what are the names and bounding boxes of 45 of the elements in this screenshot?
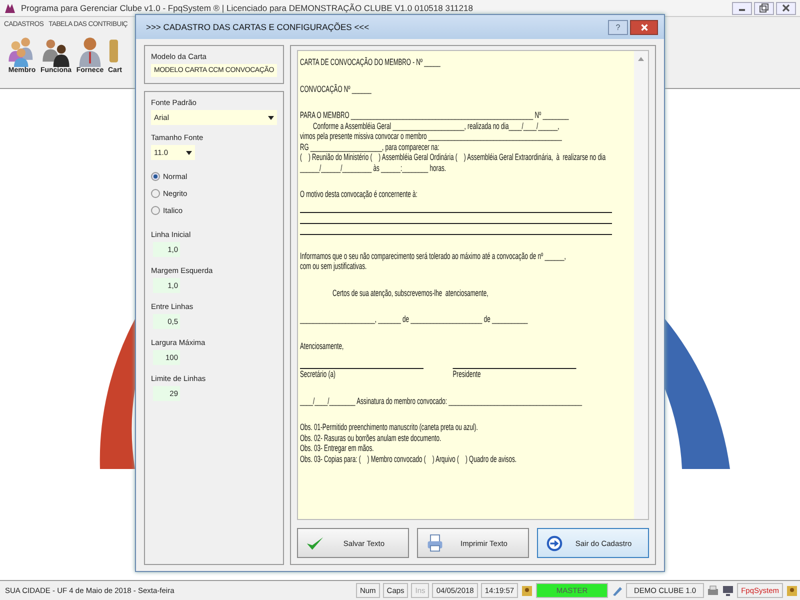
pen-icon xyxy=(611,584,624,596)
restore-button[interactable] xyxy=(754,2,774,14)
radio-button[interactable] xyxy=(151,189,160,198)
letter-line: ( ) Reunião do Ministério ( ) Assembléia Geral Ordinária ( ) Assembléia Geral Extraordinária, à realizarse no dia xyxy=(300,152,607,162)
letter-line: Certos de sua atenção, subscrevemos-lhe atenciosamente, xyxy=(332,288,490,298)
checkmark-icon xyxy=(306,536,324,550)
signature-label: Secretário (a) xyxy=(300,369,336,380)
restore-icon xyxy=(759,3,769,13)
letter-line: PARA O MEMBRO ________________________________________________________ Nº ________ xyxy=(300,110,570,120)
radio-button[interactable] xyxy=(151,172,160,181)
close-button[interactable] xyxy=(776,2,796,14)
letter-line: Obs. 01-Permitido preenchimento manuscrito (caneta preta ou azul). xyxy=(300,422,479,432)
letter-line: Obs. 03- Entregar em mãos. xyxy=(300,443,375,454)
letter-line: Obs. 03- Copias para: ( ) Membro convocado ( ) Arquivo ( ) Quadro de avisos. xyxy=(300,454,518,464)
close-icon xyxy=(640,22,648,32)
scrollbar[interactable] xyxy=(634,51,648,519)
app-icon xyxy=(4,2,16,14)
window-title: Programa para Gerenciar Clube v1.0 - FpqSystem ® | Licenciado para DEMONSTRAÇÃO CLUBE V1.0 010518 311218 xyxy=(21,3,474,13)
letter-line: ______/______/_________ às ______:________ horas. xyxy=(300,162,448,173)
monitor-icon[interactable] xyxy=(722,584,734,596)
printer-icon xyxy=(426,534,444,552)
letter-line: ____/____/________ Assinatura do membro convocado: _________________________________________ xyxy=(300,396,584,406)
letter-line: vimos pela presente missiva convocar o membro _________________________________________ xyxy=(300,131,563,142)
scroll-up-arrow-icon[interactable] xyxy=(638,57,644,61)
radio-button[interactable] xyxy=(151,206,160,215)
letter-line: O motivo desta convocação é concernente à: xyxy=(300,189,418,200)
letter-line: CARTA DE CONVOCAÇÃO DO MEMBRO - Nº _____ xyxy=(300,57,442,68)
signature-label: Presidente xyxy=(452,369,482,380)
dropdown-arrow-icon xyxy=(186,150,192,154)
close-button[interactable] xyxy=(630,20,658,34)
arrow-icon xyxy=(546,534,563,552)
letter-line: CONVOCAÇÃO Nº ______ xyxy=(300,84,372,94)
dialog-title: >>> CADASTRO DAS CARTAS E CONFIGURAÇÕES <<< xyxy=(146,22,370,32)
help-button[interactable]: ? xyxy=(608,20,628,34)
letter-line: Obs. 02- Rasuras ou borrões anulam este documento. xyxy=(300,432,442,443)
minimize-button[interactable] xyxy=(732,2,752,14)
letter-line: RG ______________________, para comparecer na: xyxy=(300,142,440,152)
close-icon xyxy=(781,3,791,13)
letter-line: _______________________, _______ de ______________________ de ___________ xyxy=(300,314,529,324)
letter-line: Informamos que o seu não comparecimento será tolerado ao máximo até a convocação de nº ______, xyxy=(300,250,567,261)
letter-line: Conforme a Assembléia Geral ______________________, realizada no dia____/____/______, xyxy=(312,120,560,131)
dropdown-arrow-icon xyxy=(268,116,274,120)
printer-icon[interactable] xyxy=(707,584,720,596)
letter-line: Atenciosamente, xyxy=(300,340,345,351)
letter-line: com ou sem justificativas. xyxy=(300,261,368,272)
